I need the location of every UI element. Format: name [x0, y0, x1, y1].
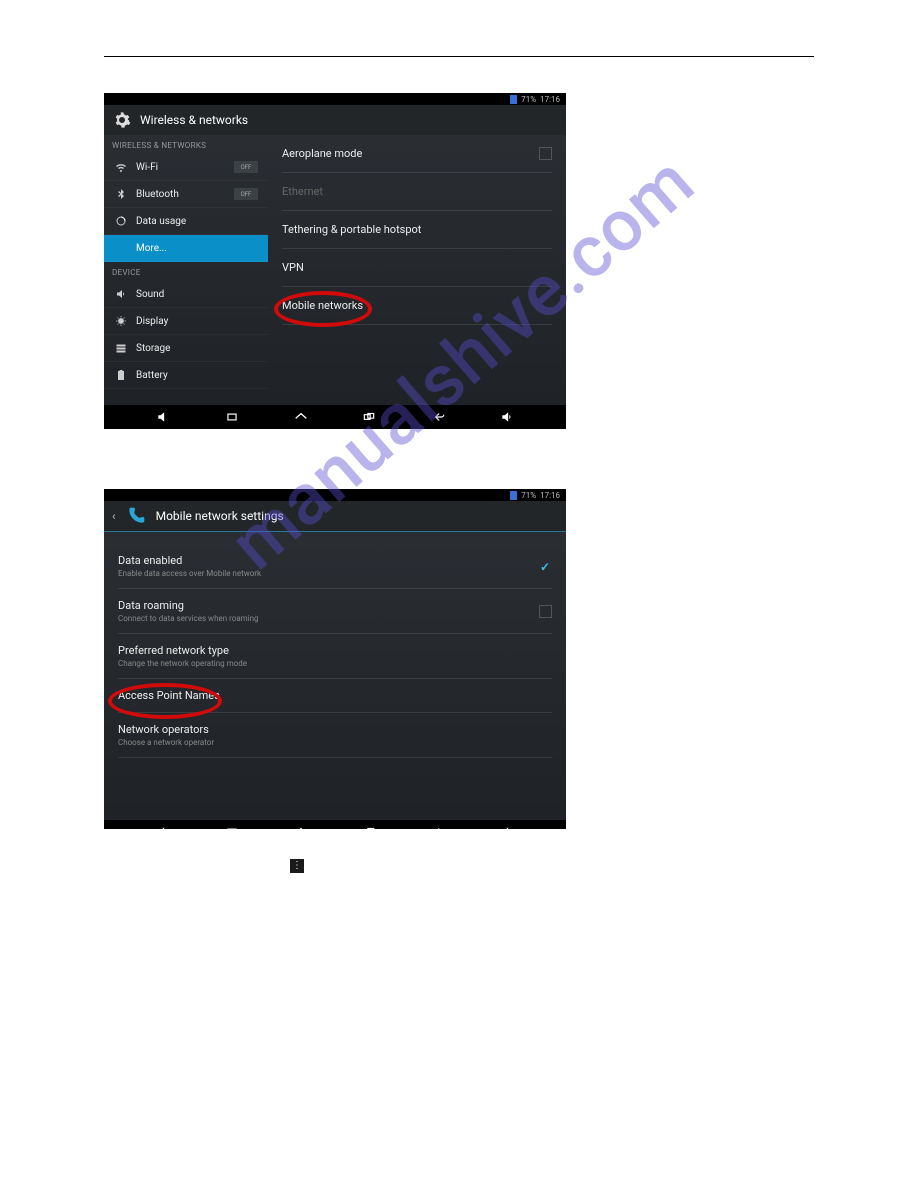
overflow-menu-icon: ⋮	[290, 859, 304, 873]
title-bar: ‹ Mobile network settings	[104, 501, 566, 531]
volume-down-icon[interactable]	[153, 407, 173, 427]
screenshot-mobile-network-settings: 71% 17:16 ‹ Mobile network settings Data…	[104, 489, 566, 829]
item-subtitle: Connect to data services when roaming	[118, 614, 259, 623]
title-underline	[104, 531, 566, 532]
battery-icon	[114, 368, 128, 382]
bluetooth-toggle[interactable]: OFF	[234, 188, 258, 200]
back-icon[interactable]	[428, 407, 448, 427]
phone-icon	[124, 504, 148, 528]
item-label: Ethernet	[282, 185, 323, 198]
multitask-icon[interactable]	[359, 407, 379, 427]
item-tethering[interactable]: Tethering & portable hotspot	[282, 211, 552, 249]
battery-pct: 71%	[521, 95, 536, 104]
sidebar-item-bluetooth[interactable]: Bluetooth OFF	[104, 181, 268, 208]
item-vpn[interactable]: VPN	[282, 249, 552, 287]
sidebar-item-label: Battery	[136, 370, 168, 381]
screenshot-wireless-networks: 71% 17:16 Wireless & networks WIRELESS &…	[104, 93, 566, 429]
sidebar-item-label: Display	[136, 316, 168, 327]
sidebar-item-battery[interactable]: Battery	[104, 362, 268, 389]
back-chevron-icon[interactable]: ‹	[112, 509, 116, 523]
display-icon	[114, 314, 128, 328]
sidebar-item-display[interactable]: Display	[104, 308, 268, 335]
checkbox-checked-icon[interactable]: ✓	[540, 560, 552, 572]
item-mobile-networks[interactable]: Mobile networks	[282, 287, 552, 325]
home-icon[interactable]	[291, 407, 311, 427]
item-subtitle: Choose a network operator	[118, 738, 214, 747]
item-ethernet: Ethernet	[282, 173, 552, 211]
item-title: Preferred network type	[118, 644, 247, 657]
recent-apps-icon[interactable]	[222, 822, 242, 829]
volume-down-icon[interactable]	[153, 822, 173, 829]
item-label: Tethering & portable hotspot	[282, 223, 421, 236]
item-title: Network operators	[118, 723, 214, 736]
item-access-point-names[interactable]: Access Point Names	[118, 679, 552, 713]
item-aeroplane-mode[interactable]: Aeroplane mode	[282, 135, 552, 173]
battery-pct: 71%	[521, 491, 536, 500]
settings-sidebar: WIRELESS & NETWORKS Wi-Fi OFF Bluetooth …	[104, 135, 268, 405]
home-icon[interactable]	[291, 822, 311, 829]
item-preferred-network-type[interactable]: Preferred network type Change the networ…	[118, 634, 552, 679]
clock: 17:16	[540, 95, 560, 104]
item-title: Access Point Names	[118, 689, 220, 702]
sidebar-item-sound[interactable]: Sound	[104, 281, 268, 308]
storage-icon	[114, 341, 128, 355]
item-subtitle: Enable data access over Mobile network	[118, 569, 261, 578]
top-rule	[104, 56, 814, 57]
item-data-roaming[interactable]: Data roaming Connect to data services wh…	[118, 589, 552, 634]
title-bar: Wireless & networks	[104, 105, 566, 135]
bluetooth-icon	[114, 187, 128, 201]
sidebar-header-wireless: WIRELESS & NETWORKS	[104, 135, 268, 154]
sidebar-item-storage[interactable]: Storage	[104, 335, 268, 362]
sidebar-item-label: Sound	[136, 289, 164, 300]
aeroplane-checkbox[interactable]	[539, 147, 552, 160]
item-label: Mobile networks	[282, 299, 363, 312]
volume-up-icon[interactable]	[497, 407, 517, 427]
data-usage-icon	[114, 214, 128, 228]
sidebar-item-label: Wi-Fi	[136, 162, 158, 173]
sidebar-item-data-usage[interactable]: Data usage	[104, 208, 268, 235]
sidebar-item-label: More...	[136, 243, 167, 254]
sidebar-item-more[interactable]: More...	[104, 235, 268, 262]
item-title: Data roaming	[118, 599, 259, 612]
item-label: VPN	[282, 261, 304, 274]
recent-apps-icon[interactable]	[222, 407, 242, 427]
sidebar-item-label: Bluetooth	[136, 189, 179, 200]
status-bar: 71% 17:16	[104, 489, 566, 501]
settings-gear-icon	[112, 110, 132, 130]
item-title: Data enabled	[118, 554, 261, 567]
item-data-enabled[interactable]: Data enabled Enable data access over Mob…	[118, 544, 552, 589]
volume-up-icon[interactable]	[497, 822, 517, 829]
item-network-operators[interactable]: Network operators Choose a network opera…	[118, 713, 552, 758]
nav-bar	[104, 820, 566, 829]
sound-icon	[114, 287, 128, 301]
checkbox-unchecked[interactable]	[539, 605, 552, 618]
item-subtitle: Change the network operating mode	[118, 659, 247, 668]
back-icon[interactable]	[428, 822, 448, 829]
battery-icon	[510, 491, 517, 500]
multitask-icon[interactable]	[359, 822, 379, 829]
nav-bar	[104, 405, 566, 429]
sidebar-item-label: Data usage	[136, 216, 186, 227]
wifi-icon	[114, 160, 128, 174]
clock: 17:16	[540, 491, 560, 500]
item-label: Aeroplane mode	[282, 147, 362, 160]
right-pane: Aeroplane mode Ethernet Tethering & port…	[268, 135, 566, 405]
status-bar: 71% 17:16	[104, 93, 566, 105]
sidebar-item-label: Storage	[136, 343, 170, 354]
page-title: Mobile network settings	[156, 509, 284, 523]
sidebar-header-device: DEVICE	[104, 262, 268, 281]
sidebar-item-wifi[interactable]: Wi-Fi OFF	[104, 154, 268, 181]
page-title: Wireless & networks	[140, 113, 248, 127]
wifi-toggle[interactable]: OFF	[234, 161, 258, 173]
battery-icon	[510, 95, 517, 104]
